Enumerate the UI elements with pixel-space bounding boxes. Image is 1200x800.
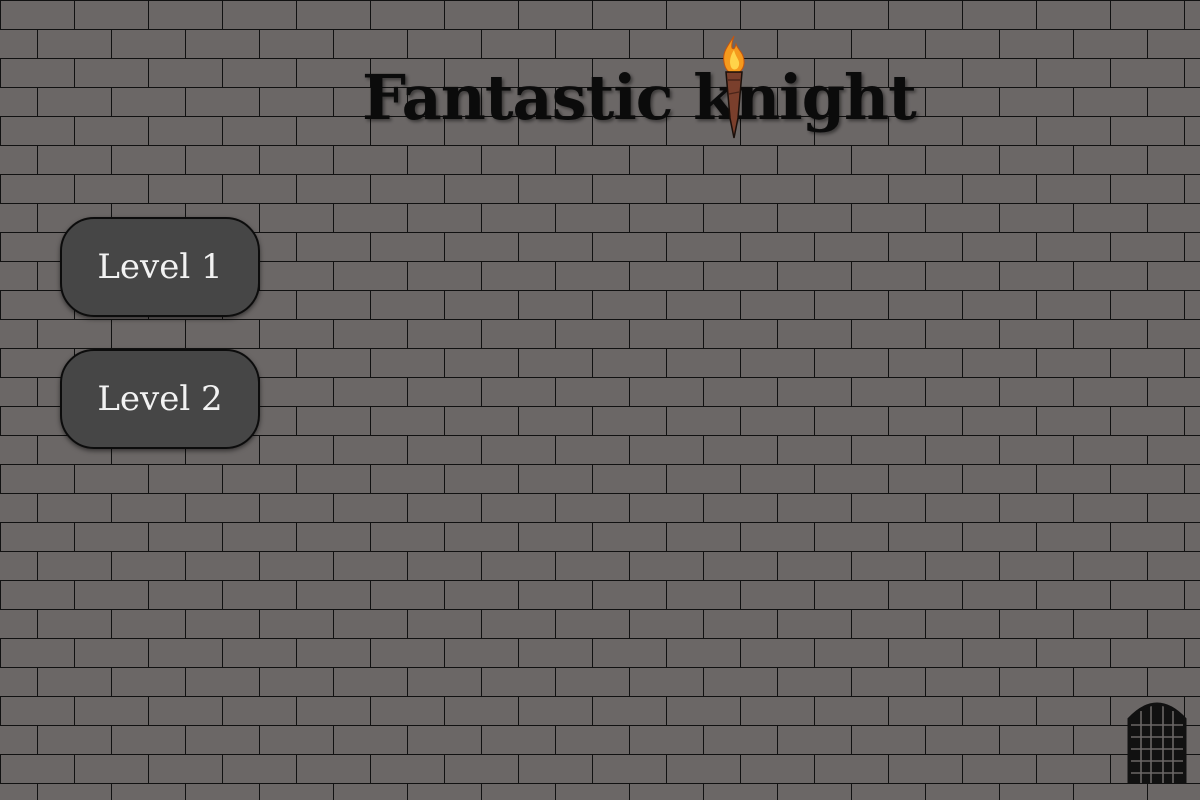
castle-gate-icon[interactable] [1127, 697, 1187, 783]
game-title-text: Fantastic knight [362, 60, 917, 134]
level-1-label: Level 1 [97, 247, 223, 287]
level-2-button[interactable]: Level 2 [60, 349, 260, 449]
torch-icon [723, 35, 745, 139]
level-2-label: Level 2 [97, 379, 223, 419]
level-1-button[interactable]: Level 1 [60, 217, 260, 317]
game-title: Fantastic knight [362, 52, 917, 142]
